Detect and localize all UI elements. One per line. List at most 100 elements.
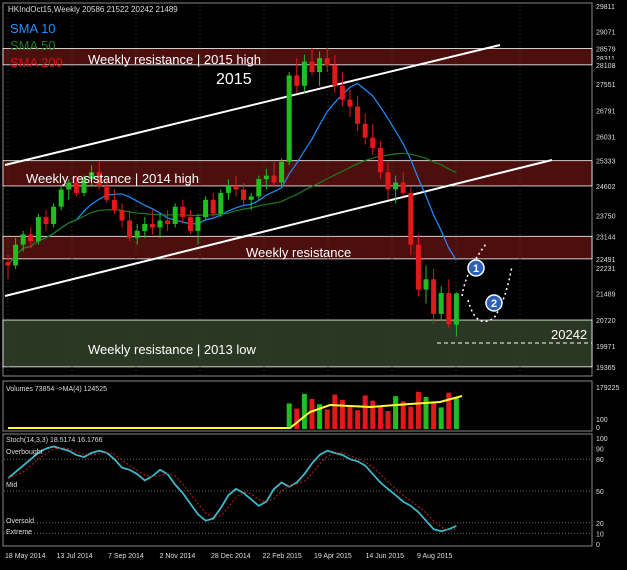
svg-text:2: 2 (491, 298, 497, 310)
candle-body (355, 106, 361, 124)
candle-body (286, 75, 292, 162)
stoch-tick-label: 80 (596, 457, 604, 464)
candle-body (104, 186, 110, 200)
candle-body (180, 206, 186, 218)
volume-bar (286, 403, 292, 429)
candle-body (210, 199, 216, 214)
candle-body (111, 199, 117, 211)
candle-body (393, 182, 399, 190)
stoch-tick-label: 20 (596, 521, 604, 528)
volume-bar (377, 405, 383, 429)
volume-bar (408, 406, 414, 429)
stoch-tick-label: 90 (596, 447, 604, 454)
stoch-panel[interactable] (2, 433, 593, 547)
price-tick-label: 29071 (596, 30, 616, 37)
stoch-level-overbought: Overbought (6, 449, 43, 456)
candle-body (20, 234, 26, 245)
volume-bar (453, 397, 459, 429)
candle-body (408, 192, 414, 245)
price-tick-label: 28108 (596, 63, 616, 70)
volume-bar (362, 395, 368, 429)
marker-2[interactable]: 2 (485, 294, 503, 312)
price-tick-label: 23750 (596, 213, 616, 220)
volume-bar (423, 397, 429, 429)
year-label: 2015 (216, 71, 252, 88)
candle-body (58, 189, 64, 207)
price-tick-label: 29811 (596, 4, 615, 11)
svg-text:1: 1 (473, 263, 479, 275)
stoch-tick-label: 50 (596, 489, 604, 496)
price-tick-label: 21489 (596, 291, 616, 298)
candle-body (248, 196, 254, 200)
stoch-tick-label: 10 (596, 531, 604, 538)
legend-sma50: SMA 50 (10, 38, 56, 53)
trading-chart[interactable]: 2981129071285792831128108275512679126031… (0, 0, 627, 565)
candle-body (203, 199, 209, 218)
candle-body (187, 217, 193, 231)
price-tick-label: 19365 (596, 365, 616, 372)
candle-body (385, 172, 391, 190)
candle-body (400, 182, 406, 193)
candle-body (301, 61, 307, 86)
candle-body (134, 230, 140, 238)
candle-body (324, 58, 330, 66)
candle-body (453, 293, 459, 325)
candle-body (157, 220, 163, 228)
candle-body (13, 244, 19, 266)
price-tick-label: 19971 (596, 344, 616, 351)
zone-label-2015-high: Weekly resistance | 2015 high (88, 52, 261, 67)
candle-body (149, 224, 155, 228)
candle-body (218, 192, 224, 214)
price-tick-label: 20720 (596, 318, 616, 325)
candle-body (332, 65, 338, 86)
candle-body (263, 175, 269, 180)
zone-label-2014-high: Weekly resistance | 2014 high (26, 171, 199, 186)
volume-tick-label: 100 (596, 417, 608, 424)
candle-body (415, 244, 421, 290)
stoch-tick-label: 0 (596, 542, 600, 549)
time-tick-label: 2 Nov 2014 (160, 553, 196, 560)
time-tick-label: 9 Aug 2015 (417, 553, 453, 560)
candle-body (370, 137, 376, 149)
time-tick-label: 7 Sep 2014 (108, 553, 144, 560)
candle-body (256, 179, 262, 197)
candle-body (423, 279, 429, 290)
stoch-level-oversold: Oversold (6, 518, 34, 525)
volume-bar (301, 393, 307, 429)
time-tick-label: 22 Feb 2015 (263, 553, 302, 560)
candle-body (347, 99, 353, 107)
volume-bar (339, 399, 345, 429)
legend-sma10: SMA 10 (10, 21, 56, 36)
candle-body (165, 220, 171, 225)
price-tick-label: 27551 (596, 82, 616, 89)
chart-window: 29811 29071 28579 28311 28108 27551 26791 26031… (0, 0, 627, 565)
candle-body (225, 186, 231, 193)
volume-bar (415, 391, 421, 429)
marker-1[interactable]: 1 (467, 259, 485, 277)
candle-body (317, 58, 323, 73)
price-tick-label: 22231 (596, 266, 616, 273)
volume-bar (431, 402, 437, 429)
candle-body (294, 75, 300, 86)
volume-bar (370, 400, 376, 429)
price-tick-label: 26791 (596, 108, 616, 115)
candle-body (35, 217, 41, 242)
volume-bar (385, 411, 391, 429)
legend-sma200: SMA 200 (10, 55, 63, 70)
time-tick-label: 28 Dec 2014 (211, 553, 251, 560)
candle-body (339, 85, 345, 100)
candle-body (28, 234, 34, 242)
volume-bar (309, 399, 315, 429)
volume-bar (347, 405, 353, 429)
chart-title: HKIndOct15,Weekly 20586 21522 20242 2148… (8, 5, 178, 14)
stoch-label: Stoch(14,3,3) 18.5174 16.1766 (6, 437, 103, 444)
volume-bar (324, 409, 330, 429)
candle-body (446, 293, 452, 325)
time-tick-label: 18 May 2014 (5, 553, 46, 560)
stoch-tick-label: 100 (596, 436, 608, 443)
candle-body (127, 220, 133, 238)
candle-body (241, 189, 247, 200)
volume-bar (393, 396, 399, 429)
volume-label: Volumes 73854 ->MA(4) 124525 (6, 386, 107, 393)
candle-body (271, 175, 277, 183)
